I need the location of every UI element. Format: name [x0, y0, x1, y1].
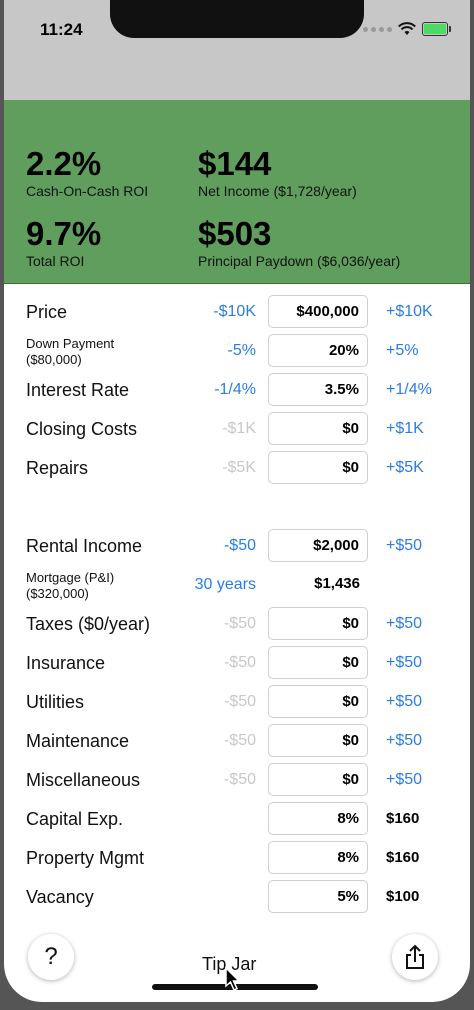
interest-rate-label: Interest Rate — [26, 380, 130, 400]
mortgage-payment-value: $1,436 — [268, 568, 368, 601]
closing-costs-label: Closing Costs — [26, 419, 138, 439]
wifi-icon — [398, 22, 416, 35]
coc-roi-stat: 2.2% Cash-On-Cash ROI — [26, 146, 148, 200]
closing-costs-decrease-button[interactable]: -$1K — [222, 420, 256, 438]
row-taxes: Taxes ($0/year) -$50 $0 +$50 — [4, 607, 470, 643]
rental-income-field[interactable]: $2,000 — [268, 529, 368, 562]
repairs-decrease-button[interactable]: -$5K — [222, 459, 256, 477]
insurance-field[interactable]: $0 — [268, 646, 368, 679]
device-frame: 11:24 2.2% Cash-On-Cash ROI $144 Net Inc… — [0, 0, 474, 1010]
status-bar: 11:24 — [4, 0, 470, 100]
bottom-bar: ? Tip Jar — [4, 930, 470, 1002]
capital-exp-field[interactable]: 8% — [268, 802, 368, 835]
total-roi-label: Total ROI — [26, 253, 85, 269]
total-roi-stat: 9.7% Total ROI — [26, 216, 101, 270]
row-maintenance: Maintenance -$50 $0 +$50 — [4, 724, 470, 760]
row-insurance: Insurance -$50 $0 +$50 — [4, 646, 470, 682]
cellular-signal-icon — [363, 26, 392, 32]
notch — [110, 0, 364, 38]
net-income-label: Net Income ($1,728/year) — [198, 183, 357, 199]
share-button[interactable] — [392, 934, 438, 980]
miscellaneous-increase-button[interactable]: +$50 — [386, 771, 422, 789]
row-property-mgmt: Property Mgmt 8% $160 — [4, 841, 470, 877]
down-payment-increase-button[interactable]: +5% — [386, 342, 418, 360]
row-rental-income: Rental Income -$50 $2,000 +$50 — [4, 529, 470, 565]
mortgage-label: Mortgage (P&I) ($320,000) — [26, 570, 115, 601]
repairs-increase-button[interactable]: +$5K — [386, 459, 424, 477]
row-mortgage: Mortgage (P&I) ($320,000) 30 years $1,43… — [4, 568, 470, 604]
screen: 11:24 2.2% Cash-On-Cash ROI $144 Net Inc… — [4, 0, 470, 1002]
price-decrease-button[interactable]: -$10K — [213, 303, 256, 321]
row-down-payment: Down Payment ($80,000) -5% 20% +5% — [4, 334, 470, 370]
help-button[interactable]: ? — [28, 934, 74, 980]
coc-roi-label: Cash-On-Cash ROI — [26, 183, 149, 199]
price-increase-button[interactable]: +$10K — [386, 303, 433, 321]
maintenance-field[interactable]: $0 — [268, 724, 368, 757]
row-vacancy: Vacancy 5% $100 — [4, 880, 470, 916]
miscellaneous-label: Miscellaneous — [26, 770, 141, 790]
repairs-label: Repairs — [26, 458, 89, 478]
battery-charging-icon — [422, 22, 451, 36]
net-income-stat: $144 Net Income ($1,728/year) — [198, 146, 357, 200]
down-payment-decrease-button[interactable]: -5% — [228, 342, 256, 360]
interest-rate-field[interactable]: 3.5% — [268, 373, 368, 406]
capital-exp-label: Capital Exp. — [26, 809, 124, 829]
net-income-value: $144 — [198, 145, 272, 182]
taxes-field[interactable]: $0 — [268, 607, 368, 640]
rental-income-increase-button[interactable]: +$50 — [386, 537, 422, 555]
maintenance-increase-button[interactable]: +$50 — [386, 732, 422, 750]
closing-costs-field[interactable]: $0 — [268, 412, 368, 445]
row-interest-rate: Interest Rate -1/4% 3.5% +1/4% — [4, 373, 470, 409]
row-price: Price -$10K $400,000 +$10K — [4, 295, 470, 331]
row-capital-exp: Capital Exp. 8% $160 — [4, 802, 470, 838]
share-icon — [406, 944, 424, 969]
principal-paydown-value: $503 — [198, 215, 272, 252]
property-mgmt-field[interactable]: 8% — [268, 841, 368, 874]
closing-costs-increase-button[interactable]: +$1K — [386, 420, 424, 438]
miscellaneous-decrease-button[interactable]: -$50 — [224, 771, 256, 789]
down-payment-label: Down Payment ($80,000) — [26, 336, 115, 367]
utilities-decrease-button[interactable]: -$50 — [224, 693, 256, 711]
vacancy-label: Vacancy — [26, 887, 94, 907]
price-label: Price — [26, 302, 68, 322]
capital-exp-amount: $160 — [386, 810, 420, 827]
mouse-cursor-icon — [225, 966, 241, 992]
repairs-field[interactable]: $0 — [268, 451, 368, 484]
miscellaneous-field[interactable]: $0 — [268, 763, 368, 796]
utilities-increase-button[interactable]: +$50 — [386, 693, 422, 711]
summary-panel: 2.2% Cash-On-Cash ROI $144 Net Income ($… — [4, 100, 470, 284]
row-repairs: Repairs -$5K $0 +$5K — [4, 451, 470, 487]
property-mgmt-amount: $160 — [386, 849, 420, 866]
down-payment-field[interactable]: 20% — [268, 334, 368, 367]
mortgage-term-button[interactable]: 30 years — [195, 576, 256, 594]
vacancy-field[interactable]: 5% — [268, 880, 368, 913]
row-utilities: Utilities -$50 $0 +$50 — [4, 685, 470, 721]
principal-paydown-label: Principal Paydown ($6,036/year) — [198, 253, 401, 269]
maintenance-label: Maintenance — [26, 731, 130, 751]
vacancy-amount: $100 — [386, 888, 420, 905]
taxes-increase-button[interactable]: +$50 — [386, 615, 422, 633]
taxes-label: Taxes ($0/year) — [26, 614, 151, 634]
interest-rate-decrease-button[interactable]: -1/4% — [214, 381, 256, 399]
principal-paydown-stat: $503 Principal Paydown ($6,036/year) — [198, 216, 400, 270]
interest-rate-increase-button[interactable]: +1/4% — [386, 381, 432, 399]
property-mgmt-label: Property Mgmt — [26, 848, 145, 868]
rental-income-decrease-button[interactable]: -$50 — [224, 537, 256, 555]
status-time: 11:24 — [40, 20, 83, 39]
utilities-field[interactable]: $0 — [268, 685, 368, 718]
utilities-label: Utilities — [26, 692, 85, 712]
coc-roi-value: 2.2% — [26, 145, 102, 182]
taxes-decrease-button[interactable]: -$50 — [224, 615, 256, 633]
total-roi-value: 9.7% — [26, 215, 102, 252]
insurance-decrease-button[interactable]: -$50 — [224, 654, 256, 672]
row-closing-costs: Closing Costs -$1K $0 +$1K — [4, 412, 470, 448]
row-miscellaneous: Miscellaneous -$50 $0 +$50 — [4, 763, 470, 799]
rental-income-label: Rental Income — [26, 536, 143, 556]
maintenance-decrease-button[interactable]: -$50 — [224, 732, 256, 750]
status-icons — [363, 22, 451, 36]
insurance-increase-button[interactable]: +$50 — [386, 654, 422, 672]
price-field[interactable]: $400,000 — [268, 295, 368, 328]
insurance-label: Insurance — [26, 653, 106, 673]
